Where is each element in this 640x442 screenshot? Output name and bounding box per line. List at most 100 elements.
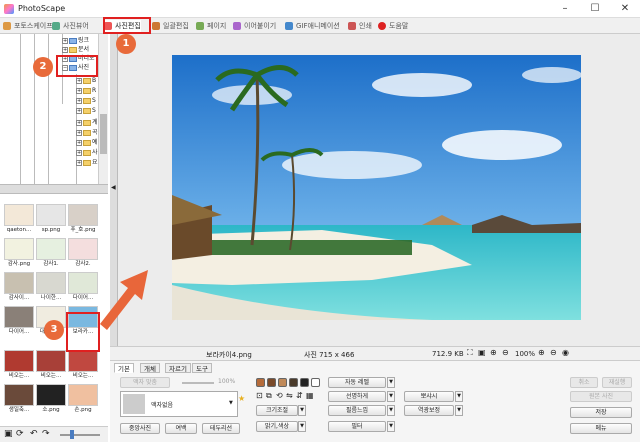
- clone-icon[interactable]: ⧉: [266, 391, 272, 401]
- tab-basic[interactable]: 기본: [114, 363, 134, 373]
- tree-item[interactable]: + 예: [76, 137, 98, 146]
- thumbnail[interactable]: sp.png: [36, 204, 66, 234]
- frame-swatch-1[interactable]: [256, 378, 265, 387]
- thumbnail[interactable]: qaeton...: [4, 204, 34, 234]
- thumbnail[interactable]: 비오는...: [4, 350, 34, 380]
- close-button[interactable]: ✕: [610, 0, 640, 18]
- undo-arrow-icon[interactable]: ↶: [30, 429, 38, 439]
- frame-swatch-5[interactable]: [300, 378, 309, 387]
- settings-icon[interactable]: ◉: [562, 348, 569, 357]
- frame-swatch-2[interactable]: [267, 378, 276, 387]
- maximize-button[interactable]: ☐: [580, 0, 610, 18]
- thumbnail-image: [4, 272, 34, 294]
- window-title: PhotoScape: [18, 4, 66, 13]
- minimize-button[interactable]: –: [550, 0, 580, 18]
- refresh-icon[interactable]: ⟳: [16, 429, 24, 439]
- tab-help[interactable]: 도움말: [378, 20, 408, 32]
- soft-focus-button[interactable]: 뽀샤시: [404, 391, 454, 402]
- tree-item[interactable]: + 요: [76, 157, 98, 166]
- tree-item[interactable]: + B: [76, 77, 96, 84]
- resize-dropdown[interactable]: ▼: [298, 405, 306, 416]
- tab-combine[interactable]: 이어붙이기: [233, 20, 276, 32]
- tab-photoscape[interactable]: 포토스케이프: [3, 20, 53, 32]
- film-effect-dropdown[interactable]: ▼: [387, 405, 395, 416]
- tree-scrollbar[interactable]: [98, 34, 108, 184]
- resize-button[interactable]: 크기조절: [256, 405, 298, 416]
- grid-icon[interactable]: ▦: [306, 391, 314, 400]
- collapse-arrow-icon[interactable]: ◀: [111, 184, 116, 191]
- thumbnail[interactable]: 손.png: [68, 384, 98, 414]
- sharpen-dropdown[interactable]: ▼: [387, 391, 395, 402]
- thumbnail[interactable]: 다이어...: [4, 306, 34, 336]
- redo-arrow-icon[interactable]: ↷: [42, 429, 50, 439]
- tree-item[interactable]: + 문서: [62, 44, 89, 53]
- film-effect-button[interactable]: 필름느낌: [328, 405, 386, 416]
- soft-focus-dropdown[interactable]: ▼: [455, 391, 463, 402]
- tree-item[interactable]: + S: [76, 97, 96, 104]
- thumbnail[interactable]: 푸_호.png: [68, 204, 98, 234]
- tree-item[interactable]: + R: [76, 87, 96, 94]
- actual-size-icon[interactable]: ▣: [478, 348, 486, 357]
- thumbnail[interactable]: 감사.png: [4, 238, 34, 268]
- save-button[interactable]: 저장: [570, 407, 632, 418]
- tab-page[interactable]: 페이지: [196, 20, 226, 32]
- fade-button[interactable]: 여백: [165, 423, 197, 434]
- frame-select[interactable]: 액자없음 ▼: [120, 391, 238, 417]
- tab-gif-animation[interactable]: GIF애니메이션: [285, 20, 340, 32]
- decoration-button[interactable]: 테두리선: [202, 423, 240, 434]
- sharpen-button[interactable]: 선명하게: [328, 391, 386, 402]
- original-photo-button[interactable]: 원본 사진: [570, 391, 632, 402]
- slider-handle[interactable]: [70, 430, 74, 439]
- folder-icon[interactable]: ▣: [4, 429, 13, 439]
- backlight-button[interactable]: 역광보정: [404, 405, 454, 416]
- bright-color-button[interactable]: 밝기,색상: [256, 421, 298, 432]
- frame-swatch-4[interactable]: [289, 378, 298, 387]
- tree-item[interactable]: + 곡: [76, 127, 98, 136]
- undo-button[interactable]: 취소: [570, 377, 598, 388]
- flip-icon[interactable]: ⇋: [286, 391, 293, 400]
- tab-tools[interactable]: 도구: [192, 363, 212, 373]
- thumbnail[interactable]: 비오는...: [36, 350, 66, 380]
- zoom-out-icon[interactable]: ⊖: [502, 348, 509, 357]
- thumbnail[interactable]: 비오는...: [68, 350, 98, 380]
- zoom-fit-icon[interactable]: ⊕: [490, 348, 497, 357]
- fit-screen-icon[interactable]: ⛶: [467, 348, 473, 358]
- thumbnail[interactable]: 감사1.: [36, 238, 66, 268]
- thumbnail[interactable]: 나이한...: [36, 272, 66, 302]
- open-folder-icon[interactable]: ⊡: [256, 391, 263, 400]
- menu-button[interactable]: 메뉴: [570, 423, 632, 434]
- tab-viewer[interactable]: 사진뷰어: [52, 20, 89, 32]
- mirror-icon[interactable]: ⇵: [296, 391, 303, 400]
- tab-crop[interactable]: 자르기: [165, 363, 191, 373]
- tree-item[interactable]: + 사: [76, 147, 98, 156]
- thumbnail[interactable]: 소.png: [36, 384, 66, 414]
- thumbnail-size-slider[interactable]: [60, 434, 100, 436]
- center-photo-button[interactable]: 중앙사진: [120, 423, 160, 434]
- thumbnail[interactable]: 생일축...: [4, 384, 34, 414]
- image-canvas[interactable]: ◀: [110, 34, 640, 346]
- tree-item[interactable]: + 링크: [62, 35, 89, 44]
- frame-zoom-slider[interactable]: [182, 382, 214, 384]
- auto-level-button[interactable]: 자동 레벨: [328, 377, 386, 388]
- redo-button[interactable]: 재실행: [602, 377, 632, 388]
- frame-swatch-3[interactable]: [278, 378, 287, 387]
- rotate-icon[interactable]: ⟲: [276, 391, 283, 400]
- favorite-star-icon[interactable]: ★: [238, 394, 245, 403]
- zoom-out-small-icon[interactable]: ⊖: [550, 348, 557, 357]
- filter-button[interactable]: 필터: [328, 421, 386, 432]
- tab-batch-editor[interactable]: 일괄편집: [152, 20, 189, 32]
- auto-level-dropdown[interactable]: ▼: [387, 377, 395, 388]
- tab-print[interactable]: 인쇄: [348, 20, 372, 32]
- tree-item[interactable]: + S: [76, 107, 96, 114]
- bright-color-dropdown[interactable]: ▼: [298, 421, 306, 432]
- tab-objects[interactable]: 개체: [140, 363, 160, 373]
- tree-item[interactable]: + 계: [76, 117, 98, 126]
- zoom-in-icon[interactable]: ⊕: [538, 348, 545, 357]
- tree-scrollbar-thumb[interactable]: [100, 114, 107, 154]
- frame-swatch-6[interactable]: [311, 378, 320, 387]
- backlight-dropdown[interactable]: ▼: [455, 405, 463, 416]
- panel-splitter[interactable]: [0, 184, 108, 194]
- frame-fit-button[interactable]: 액자 맞춤: [120, 377, 170, 388]
- filter-dropdown[interactable]: ▼: [387, 421, 395, 432]
- thumbnail[interactable]: 감사이...: [4, 272, 34, 302]
